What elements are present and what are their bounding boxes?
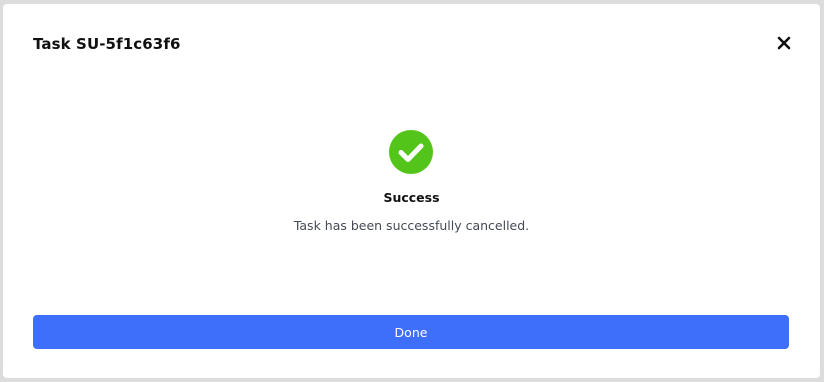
- close-icon: [777, 36, 791, 50]
- status-heading: Success: [383, 190, 440, 205]
- close-button[interactable]: [774, 33, 794, 53]
- dialog-title: Task SU-5f1c63f6: [33, 35, 181, 53]
- done-button[interactable]: Done: [33, 315, 789, 349]
- check-circle-icon: [389, 130, 433, 174]
- status-message: Task has been successfully cancelled.: [293, 218, 530, 233]
- task-dialog: Task SU-5f1c63f6 Success Task has been s…: [3, 4, 820, 378]
